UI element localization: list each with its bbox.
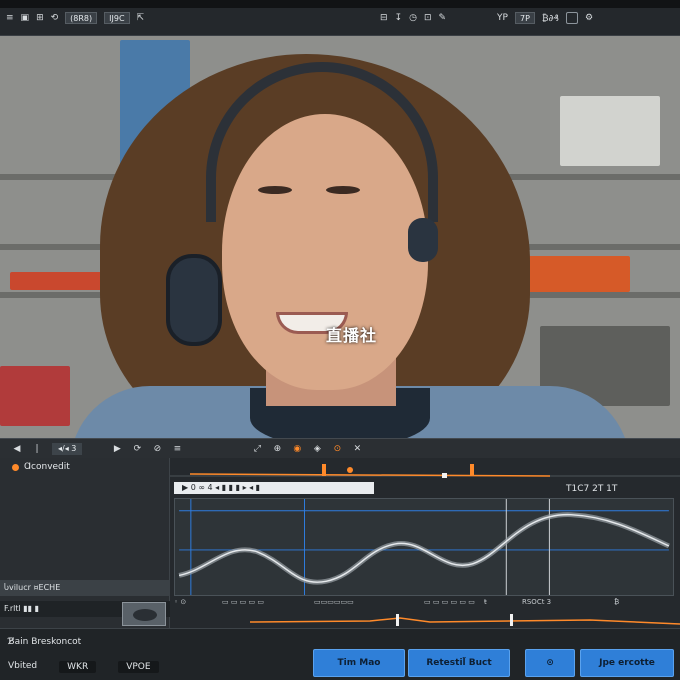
toolbar-field-label[interactable]: (8R8) [65, 12, 98, 24]
timeline-footer: ◦ ⊙ ▭ ▭ ▭ ▭ ▭ ▭▭▭▭▭▭ ▭ ▭ ▭ ▭ ▭ ▭ ŧ RSOCt… [174, 598, 674, 610]
keyframe-icon[interactable]: ◈ [312, 444, 322, 454]
mute-icon[interactable]: ⊘ [152, 444, 162, 454]
in-marker [470, 464, 474, 476]
marker-icon[interactable]: ❘ [32, 444, 42, 454]
timeline-mark: ŧ [484, 598, 487, 606]
panel-title: Ɑconvedit [12, 462, 70, 472]
list-icon[interactable]: ≡ [172, 444, 182, 454]
bottom-bar: Ɓ̸ain Breskoncot Vbited WKR VPOE Tim Mao… [0, 628, 680, 680]
waveform-graph[interactable] [174, 498, 674, 596]
watermark-text: 直播社 [326, 326, 378, 345]
toolbar-right-field2[interactable]: 7P [514, 12, 535, 24]
panel-row[interactable]: Ⴑvilucr ¤ECHE [0, 580, 170, 596]
loop-icon[interactable]: ⟳ [132, 444, 142, 454]
timeline-ruler[interactable] [170, 464, 680, 478]
headphone-earcup [166, 254, 222, 346]
grid-icon[interactable]: ⊞ [36, 13, 44, 23]
timecode-label: T1C7 2T 1T [566, 484, 618, 494]
window-icon[interactable] [565, 12, 578, 24]
toolbar-right-text: ₿∂₰ [541, 13, 559, 24]
left-panel: Ɑconvedit Ⴑvilucr ¤ECHE F.rltl ▮▮ ▮ [0, 458, 170, 628]
bottom-item[interactable]: VPOE [118, 661, 159, 673]
background-items [560, 96, 660, 166]
frame-icon[interactable]: ⊡ [424, 13, 432, 23]
timeline-mark: ◦ ⊙ [174, 598, 187, 606]
close-icon[interactable]: ✕ [352, 444, 362, 454]
toolbar-left-group: ≡ ▣ ⊞ ⟲ (8R8) IJ9C ⇱ [6, 12, 144, 24]
download-icon[interactable]: ↧ [395, 13, 403, 23]
target-icon[interactable]: ⊙ [332, 444, 342, 454]
playhead-marker [322, 464, 326, 476]
keyframe-marker [347, 467, 353, 473]
toolbar-right-field[interactable]: YP [497, 13, 508, 23]
settings-icon[interactable]: ⚙ [585, 13, 593, 23]
clip-thumbnail[interactable] [122, 602, 166, 626]
play-icon[interactable]: ▶ [112, 444, 122, 454]
bottom-left-group: Vbited WKR VPOE [8, 661, 159, 673]
rewind-icon[interactable]: ◀ [12, 444, 22, 454]
headphone-earcup [408, 218, 438, 262]
project-title: Ɓ̸ain Breskoncot [8, 637, 82, 647]
timeline-mark: ▭ ▭ ▭ ▭ ▭ [222, 598, 264, 606]
clock-icon[interactable]: ◷ [409, 13, 417, 23]
top-toolbar: ≡ ▣ ⊞ ⟲ (8R8) IJ9C ⇱ ⊟ ↧ ◷ ⊡ ✎ YP 7P ₿∂₰… [0, 0, 680, 36]
expand-icon[interactable]: ⤢ [252, 444, 262, 454]
transport-field[interactable]: ◂/◂ 3 [52, 442, 83, 455]
record-icon[interactable]: ◉ [292, 444, 302, 454]
title-strip [0, 0, 680, 8]
timeline-panel: ▶ 0 ∞ 4 ◂ ▮ ▮ ▮ ▸ ◂ ▮ T1C7 2T 1T ◦ ⊙ ▭ ▭… [170, 458, 680, 628]
layers-icon[interactable]: ▣ [21, 13, 30, 23]
menu-icon[interactable]: ≡ [6, 13, 14, 23]
background-items [0, 366, 70, 426]
bottom-item[interactable]: Vbited [8, 661, 37, 673]
primary-button[interactable]: Tim Mao [313, 649, 405, 677]
out-marker [442, 473, 447, 478]
timeline-mark: RSOCt 3 [522, 598, 552, 606]
location-icon-button[interactable]: ⊙ [525, 649, 575, 677]
toolbar-field-value[interactable]: IJ9C [104, 12, 130, 24]
secondary-button[interactable]: Retestil̃ Buct [408, 649, 510, 677]
undo-icon[interactable]: ⟲ [51, 13, 59, 23]
export-icon[interactable]: ⇱ [137, 13, 145, 23]
toolbar-right-group: ⊟ ↧ ◷ ⊡ ✎ YP 7P ₿∂₰ ⚙ [380, 12, 593, 24]
collapse-icon[interactable]: ⊟ [380, 13, 388, 23]
add-icon[interactable]: ⊕ [272, 444, 282, 454]
timeline-mark: ▭▭▭▭▭▭ [314, 598, 354, 606]
timeline-mark: ₿ [614, 598, 620, 606]
timeline-mark: ▭ ▭ ▭ ▭ ▭ ▭ [424, 598, 475, 606]
transport-bar: ◀ ❘ ◂/◂ 3 ▶ ⟳ ⊘ ≡ ⤢ ⊕ ◉ ◈ ⊙ ✕ [0, 438, 680, 458]
video-preview[interactable]: 直播社 [0, 36, 680, 438]
track-label[interactable]: ▶ 0 ∞ 4 ◂ ▮ ▮ ▮ ▸ ◂ ▮ [174, 482, 374, 494]
bottom-track[interactable] [170, 610, 680, 628]
export-button[interactable]: Jpe ercotte [580, 649, 674, 677]
edit-icon[interactable]: ✎ [439, 13, 447, 23]
bottom-item[interactable]: WKR [59, 661, 97, 673]
